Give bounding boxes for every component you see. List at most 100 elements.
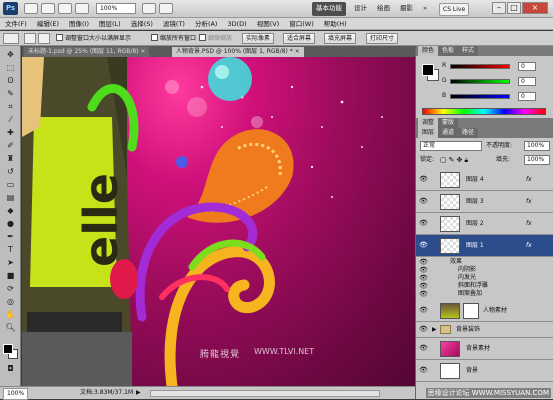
move-tool-icon[interactable]: ✥ <box>4 50 17 60</box>
workspace-painting-button[interactable]: 绘画 <box>373 2 394 16</box>
status-menu-arrow[interactable]: ▶ <box>136 388 141 398</box>
tab-document-person-background[interactable]: 人物背景.PSD @ 100% (图层 1, RGB/8) * × <box>172 47 304 57</box>
layer-row-1[interactable]: 👁︎ 图层 1 fx <box>416 235 553 257</box>
effects-header-row[interactable]: 👁︎ 效果 <box>416 258 553 266</box>
layer-row-background[interactable]: 👁︎ 背景 <box>416 360 553 382</box>
tool-preset-picker[interactable] <box>3 33 19 44</box>
layer-row-2[interactable]: 👁︎ 图层 2 fx <box>416 213 553 235</box>
effect-row-inner-glow[interactable]: 👁︎ 内发光 <box>416 274 553 282</box>
quick-select-tool-icon[interactable]: ✎ <box>4 89 17 99</box>
slider-g-track[interactable] <box>450 79 510 84</box>
maximize-button[interactable]: □ <box>507 2 521 14</box>
tab-close-icon[interactable]: × <box>140 48 145 55</box>
healing-brush-tool-icon[interactable]: ✚ <box>4 128 17 138</box>
hand-tool-icon[interactable]: ✋ <box>4 310 17 320</box>
blend-mode-select[interactable]: 正常 <box>420 141 482 151</box>
status-zoom-field[interactable]: 100% <box>3 388 29 400</box>
tab-channels[interactable]: 通道 <box>438 128 459 138</box>
history-brush-tool-icon[interactable]: ↺ <box>4 167 17 177</box>
menu-3d[interactable]: 3D(D) <box>222 18 251 29</box>
workspace-design-button[interactable]: 设计 <box>350 2 371 16</box>
fx-icon[interactable]: fx <box>526 197 532 207</box>
view-extras-icon[interactable] <box>58 3 72 14</box>
slider-b-value[interactable]: 0 <box>518 92 536 101</box>
lasso-tool-icon[interactable]: ʘ <box>4 76 17 86</box>
fill-field[interactable]: 100% <box>524 155 550 165</box>
zoom-all-windows-checkbox[interactable]: 缩放所有窗口 <box>151 34 196 43</box>
tab-layers[interactable]: 图层 <box>418 128 439 138</box>
3d-rotate-tool-icon[interactable]: ⟳ <box>4 284 17 294</box>
type-tool-icon[interactable]: T <box>4 245 17 255</box>
menu-analysis[interactable]: 分析(A) <box>190 18 223 29</box>
menu-edit[interactable]: 编辑(E) <box>32 18 64 29</box>
visibility-eye-icon[interactable]: 👁︎ <box>419 344 428 353</box>
clone-stamp-tool-icon[interactable]: ♜ <box>4 154 17 164</box>
visibility-eye-icon[interactable]: 👁︎ <box>419 306 428 315</box>
layer-row-bg-material[interactable]: 👁︎ 背景素材 <box>416 338 553 360</box>
visibility-eye-icon[interactable]: 👁︎ <box>419 290 428 298</box>
blur-tool-icon[interactable]: ◆ <box>4 206 17 216</box>
visibility-eye-icon[interactable]: 👁︎ <box>419 241 428 250</box>
layer-row-3[interactable]: 👁︎ 图层 3 fx <box>416 191 553 213</box>
marquee-tool-icon[interactable]: ⬚ <box>4 63 17 73</box>
group-expand-arrow[interactable]: ▶ <box>432 325 437 335</box>
crop-tool-icon[interactable]: ⌗ <box>4 102 17 112</box>
tab-swatches[interactable]: 色板 <box>438 46 459 56</box>
tab-close-icon[interactable]: × <box>295 48 300 55</box>
layer-mask-thumbnail[interactable] <box>463 303 479 319</box>
actual-pixels-button[interactable]: 实际像素 <box>242 33 275 44</box>
zoom-tool-icon[interactable]: 🔍︎ <box>4 323 17 333</box>
tab-paths[interactable]: 路径 <box>458 128 479 138</box>
cs-live-button[interactable]: CS Live <box>439 3 470 16</box>
color-spectrum-bar[interactable] <box>422 108 546 115</box>
slider-r-value[interactable]: 0 <box>518 62 536 71</box>
visibility-eye-icon[interactable]: 👁︎ <box>419 282 428 290</box>
fx-icon[interactable]: fx <box>526 175 532 185</box>
zoom-in-icon[interactable] <box>24 33 36 44</box>
slider-b-track[interactable] <box>450 94 510 99</box>
lock-icons[interactable]: ▢✎✥🔒︎ <box>440 155 470 165</box>
opacity-field[interactable]: 100% <box>524 141 550 151</box>
zoom-level-select[interactable]: 100% <box>96 3 136 14</box>
effect-row-pattern-overlay[interactable]: 👁︎ 图案叠加 <box>416 290 553 298</box>
workspace-essentials-button[interactable]: 基本功能 <box>312 2 346 16</box>
eyedropper-tool-icon[interactable]: ⁄ <box>4 115 17 125</box>
menu-image[interactable]: 图像(I) <box>64 18 94 29</box>
layer-row-person[interactable]: 👁︎ 人物素材 <box>416 300 553 322</box>
tab-color[interactable]: 颜色 <box>418 46 439 56</box>
tab-document-untitled[interactable]: 未标题-1.psd @ 25% (图层 11, RGB/8) × <box>24 47 150 57</box>
tab-styles[interactable]: 样式 <box>458 46 479 56</box>
close-button[interactable]: × <box>522 2 548 14</box>
effect-row-inner-shadow[interactable]: 👁︎ 内阴影 <box>416 266 553 274</box>
menu-filter[interactable]: 滤镜(T) <box>158 18 190 29</box>
fit-screen-button[interactable]: 适合屏幕 <box>283 33 316 44</box>
scrubby-zoom-checkbox[interactable]: 细微缩放 <box>199 34 232 43</box>
horizontal-scrollbar[interactable] <box>150 390 380 397</box>
workspace-photography-button[interactable]: 摄影 <box>396 2 417 16</box>
menu-select[interactable]: 选择(S) <box>126 18 158 29</box>
bridge-icon[interactable] <box>24 3 38 14</box>
tab-masks[interactable]: 蒙版 <box>438 118 459 128</box>
dodge-tool-icon[interactable]: ● <box>4 219 17 229</box>
panel-foreground-swatch[interactable] <box>422 64 434 76</box>
slider-r-track[interactable] <box>450 64 510 69</box>
tab-adjustments[interactable]: 调整 <box>418 118 439 128</box>
path-selection-tool-icon[interactable]: ➤ <box>4 258 17 268</box>
brush-tool-icon[interactable]: ✐ <box>4 141 17 151</box>
pen-tool-icon[interactable]: ✒ <box>4 232 17 242</box>
3d-orbit-tool-icon[interactable]: ◎ <box>4 297 17 307</box>
zoom-out-icon[interactable] <box>38 33 50 44</box>
fill-screen-button[interactable]: 填充屏幕 <box>324 33 357 44</box>
resize-windows-checkbox[interactable]: 调整窗口大小以满屏显示 <box>56 34 131 43</box>
menu-window[interactable]: 窗口(W) <box>284 18 319 29</box>
arrange-documents-icon[interactable] <box>142 3 156 14</box>
foreground-color-swatch[interactable] <box>3 344 13 354</box>
layer-row-4[interactable]: 👁︎ 图层 4 fx <box>416 169 553 191</box>
visibility-eye-icon[interactable]: 👁︎ <box>419 366 428 375</box>
layer-group-decoration[interactable]: 👁︎ ▶ 背景装饰 <box>416 322 553 338</box>
slider-g-value[interactable]: 0 <box>518 77 536 86</box>
gradient-tool-icon[interactable]: ▤ <box>4 193 17 203</box>
workspace-more-button[interactable]: » <box>419 2 431 16</box>
hand-tool-icon[interactable] <box>75 3 89 14</box>
minimize-button[interactable]: – <box>492 2 506 14</box>
